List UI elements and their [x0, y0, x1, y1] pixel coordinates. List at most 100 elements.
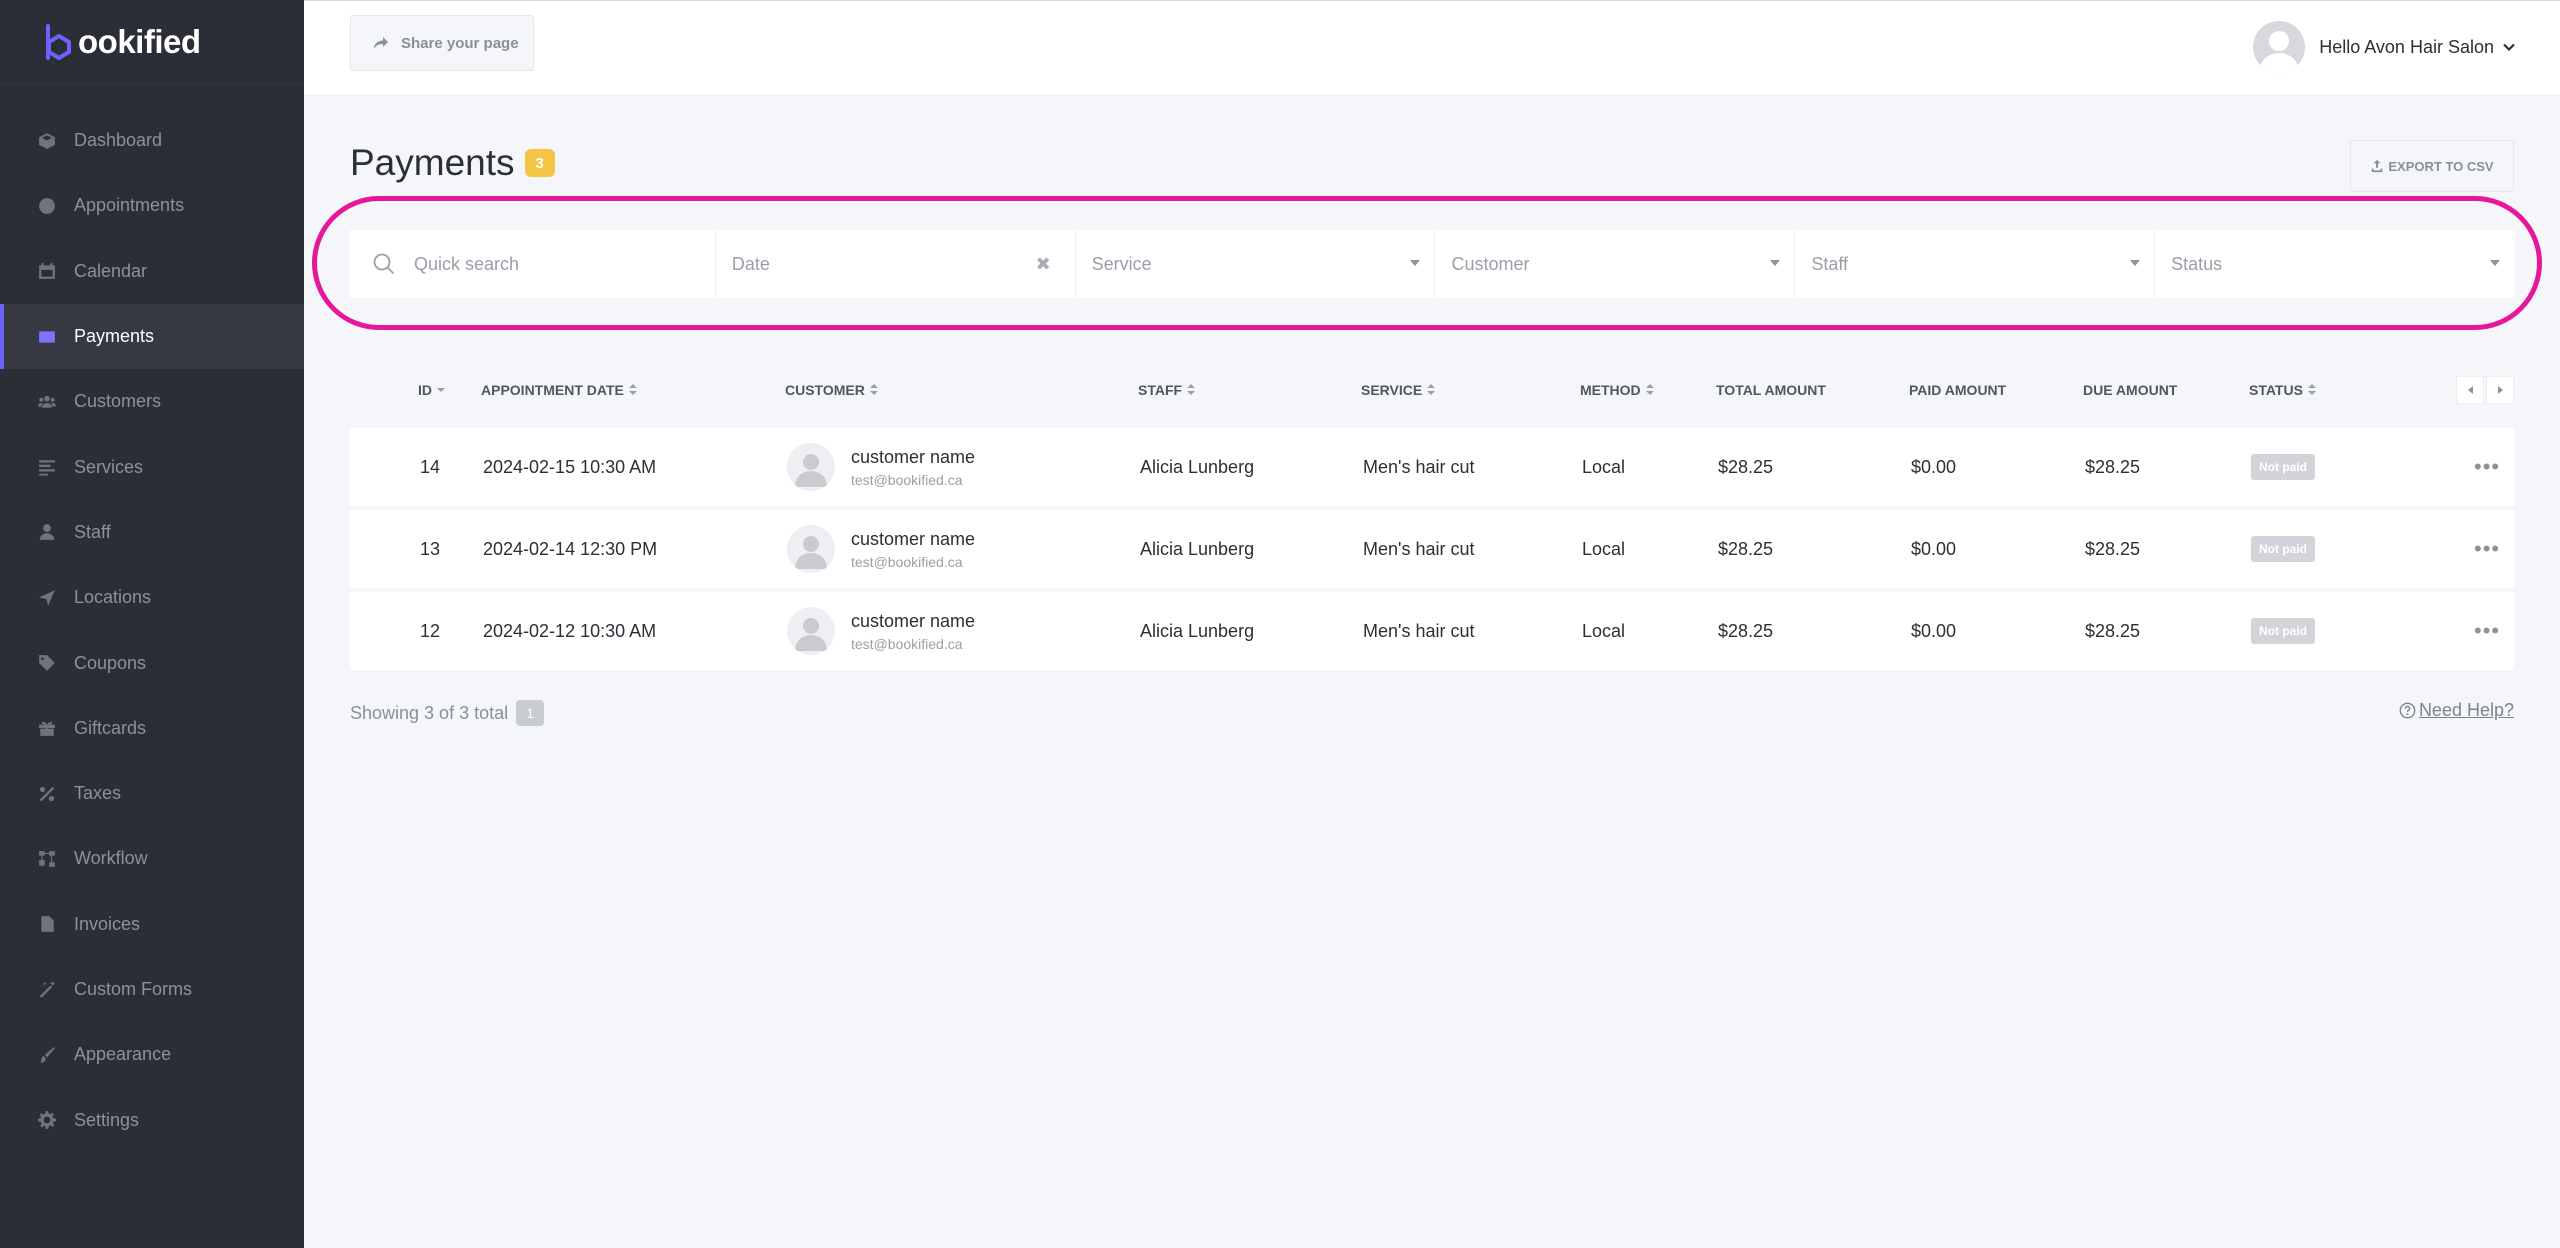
sidebar: ookified Dashboard Appointments Calendar… [0, 0, 304, 1248]
sidebar-item-label: Coupons [74, 652, 147, 673]
row-actions-more-icon[interactable]: ••• [2474, 592, 2500, 670]
staff-filter[interactable]: Staff [1795, 230, 2156, 298]
sort-icon [1645, 384, 1654, 396]
column-header-method[interactable]: METHOD [1580, 382, 1654, 398]
brush-icon [38, 1046, 56, 1064]
page-title: Payments 3 [350, 142, 555, 184]
sidebar-item-customers[interactable]: Customers [0, 369, 304, 434]
service-filter[interactable]: Service [1076, 230, 1436, 298]
avatar [2253, 21, 2306, 73]
tag-icon [38, 654, 56, 672]
page-number-button[interactable]: 1 [516, 700, 545, 726]
date-filter[interactable]: Date ✖ [716, 230, 1076, 298]
chevron-down-icon [2503, 43, 2515, 52]
sidebar-item-label: Payments [74, 326, 155, 347]
sidebar-item-coupons[interactable]: Coupons [0, 630, 304, 695]
sidebar-item-label: Appearance [74, 1044, 172, 1065]
users-icon [38, 393, 56, 411]
sidebar-item-staff[interactable]: Staff [0, 500, 304, 565]
cell-customer: customer name test@bookified.ca [787, 510, 975, 588]
sidebar-item-custom-forms[interactable]: Custom Forms [0, 957, 304, 1022]
export-csv-label: EXPORT TO CSV [2388, 158, 2494, 174]
column-header-label: METHOD [1580, 382, 1641, 398]
sidebar-item-services[interactable]: Services [0, 434, 304, 499]
showing-text: Showing 3 of 3 total [350, 702, 509, 723]
sidebar-item-appointments[interactable]: Appointments [0, 173, 304, 238]
search-icon [373, 253, 395, 275]
cell-paid-amount: $0.00 [1911, 620, 1957, 641]
cell-appointment-date: 2024-02-14 12:30 PM [483, 538, 658, 559]
sidebar-item-dashboard[interactable]: Dashboard [0, 108, 304, 173]
user-menu[interactable]: Hello Avon Hair Salon [2253, 21, 2516, 73]
sidebar-item-label: Services [74, 456, 144, 477]
sort-icon [628, 384, 637, 396]
quick-search-input[interactable]: Quick search [350, 230, 716, 298]
sidebar-item-label: Dashboard [74, 130, 163, 151]
cell-service: Men's hair cut [1363, 620, 1475, 641]
location-arrow-icon [38, 589, 56, 607]
customer-name: customer name [851, 528, 976, 549]
count-badge: 3 [524, 149, 555, 177]
clock-icon [38, 197, 56, 215]
cell-status: Not paid [2251, 428, 2315, 506]
cell-customer: customer name test@bookified.ca [787, 428, 975, 506]
sidebar-item-settings[interactable]: Settings [0, 1087, 304, 1152]
cell-customer: customer name test@bookified.ca [787, 592, 975, 670]
column-header-customer[interactable]: CUSTOMER [785, 382, 878, 398]
customer-filter[interactable]: Customer [1435, 230, 1796, 298]
sidebar-item-label: Taxes [74, 783, 122, 804]
user-icon [38, 523, 56, 541]
status-filter[interactable]: Status [2155, 230, 2514, 298]
pagination-summary: Showing 3 of 3 total 1 [350, 700, 545, 726]
calendar-icon [38, 262, 56, 280]
cell-paid-amount: $0.00 [1911, 538, 1957, 559]
clear-date-icon[interactable]: ✖ [1036, 254, 1051, 275]
sidebar-item-calendar[interactable]: Calendar [0, 239, 304, 304]
column-header-due-amount: DUE AMOUNT [2083, 382, 2177, 398]
status-badge: Not paid [2251, 536, 2315, 562]
table-row[interactable]: 12 2024-02-12 10:30 AM customer name tes… [350, 592, 2514, 670]
user-greeting: Hello Avon Hair Salon [2319, 36, 2494, 57]
column-header-appointment-date[interactable]: APPOINTMENT DATE [481, 382, 637, 398]
cell-id: 14 [420, 456, 441, 477]
row-actions-more-icon[interactable]: ••• [2474, 428, 2500, 506]
filter-bar: Quick search Date ✖ Service Customer Sta… [350, 230, 2514, 298]
scroll-right-button[interactable] [2486, 376, 2514, 404]
table-row[interactable]: 14 2024-02-15 10:30 AM customer name tes… [350, 428, 2514, 506]
column-header-label: PAID AMOUNT [1909, 382, 2007, 398]
column-header-id[interactable]: ID [418, 382, 445, 398]
need-help-link[interactable]: Need Help? [2399, 700, 2514, 721]
percent-icon [38, 785, 56, 803]
sidebar-item-giftcards[interactable]: Giftcards [0, 696, 304, 761]
cell-method: Local [1582, 456, 1626, 477]
quick-search-placeholder: Quick search [414, 253, 520, 274]
column-header-label: SERVICE [1361, 382, 1423, 398]
table-row[interactable]: 13 2024-02-14 12:30 PM customer name tes… [350, 510, 2514, 588]
column-header-status[interactable]: STATUS [2249, 382, 2316, 398]
logo[interactable]: ookified [0, 0, 304, 84]
list-icon [38, 458, 56, 476]
export-csv-button[interactable]: EXPORT TO CSV [2350, 140, 2514, 192]
sidebar-item-payments[interactable]: Payments [0, 303, 304, 370]
column-header-staff[interactable]: STAFF [1138, 382, 1196, 398]
wallet-icon [38, 328, 56, 346]
sidebar-item-label: Workflow [74, 848, 148, 869]
cell-method: Local [1582, 620, 1626, 641]
sidebar-item-locations[interactable]: Locations [0, 565, 304, 630]
gear-icon [38, 1111, 56, 1130]
customer-avatar [787, 607, 835, 655]
sidebar-item-label: Staff [74, 521, 111, 542]
row-actions-more-icon[interactable]: ••• [2474, 510, 2500, 588]
sidebar-item-invoices[interactable]: Invoices [0, 892, 304, 957]
share-page-button[interactable]: Share your page [350, 15, 534, 71]
column-header-service[interactable]: SERVICE [1361, 382, 1436, 398]
column-header-label: APPOINTMENT DATE [481, 382, 624, 398]
sidebar-item-label: Appointments [74, 195, 185, 216]
cell-due-amount: $28.25 [2085, 620, 2141, 641]
sidebar-item-appearance[interactable]: Appearance [0, 1022, 304, 1087]
sidebar-item-label: Giftcards [74, 717, 147, 738]
sidebar-item-taxes[interactable]: Taxes [0, 761, 304, 826]
scroll-left-button[interactable] [2456, 376, 2484, 404]
logo-b-icon [44, 23, 74, 60]
sidebar-item-workflow[interactable]: Workflow [0, 826, 304, 891]
